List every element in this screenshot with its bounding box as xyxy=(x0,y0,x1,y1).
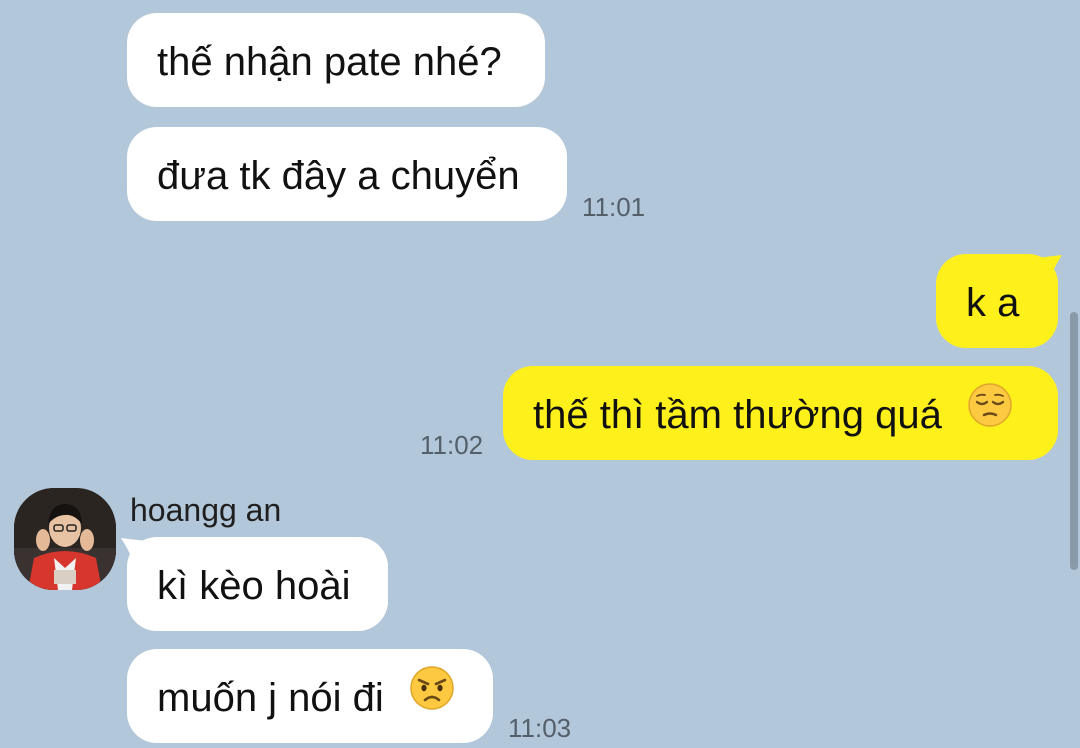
message-text: kì kèo hoài xyxy=(157,563,351,608)
pensive-face-emoji xyxy=(967,368,1013,462)
message-bubble-incoming[interactable]: thế nhận pate nhé? xyxy=(127,13,545,107)
message-bubble-incoming[interactable]: muốn j nói đi xyxy=(127,649,493,743)
message-timestamp: 11:01 xyxy=(582,192,646,222)
message-text: đưa tk đây a chuyển xyxy=(157,153,520,198)
message-text: muốn j nói đi xyxy=(157,675,384,720)
message-bubble-outgoing[interactable]: k a xyxy=(936,254,1058,348)
message-bubble-incoming[interactable]: đưa tk đây a chuyển xyxy=(127,127,567,221)
message-text: thế nhận pate nhé? xyxy=(157,39,502,84)
message-bubble-outgoing[interactable]: thế thì tầm thường quá xyxy=(503,366,1058,460)
message-timestamp: 11:03 xyxy=(508,713,572,743)
message-text: thế thì tầm thường quá xyxy=(533,392,942,437)
angry-face-emoji xyxy=(409,651,455,745)
chat-message-list[interactable]: thế nhận pate nhé? đưa tk đây a chuyển 1… xyxy=(0,0,1080,748)
scrollbar[interactable] xyxy=(1070,312,1078,570)
message-timestamp: 11:02 xyxy=(420,430,484,460)
sender-avatar[interactable] xyxy=(14,488,116,590)
sender-name: hoangg an xyxy=(130,492,282,528)
message-bubble-incoming[interactable]: kì kèo hoài xyxy=(127,537,388,631)
message-text: k a xyxy=(966,280,1020,325)
